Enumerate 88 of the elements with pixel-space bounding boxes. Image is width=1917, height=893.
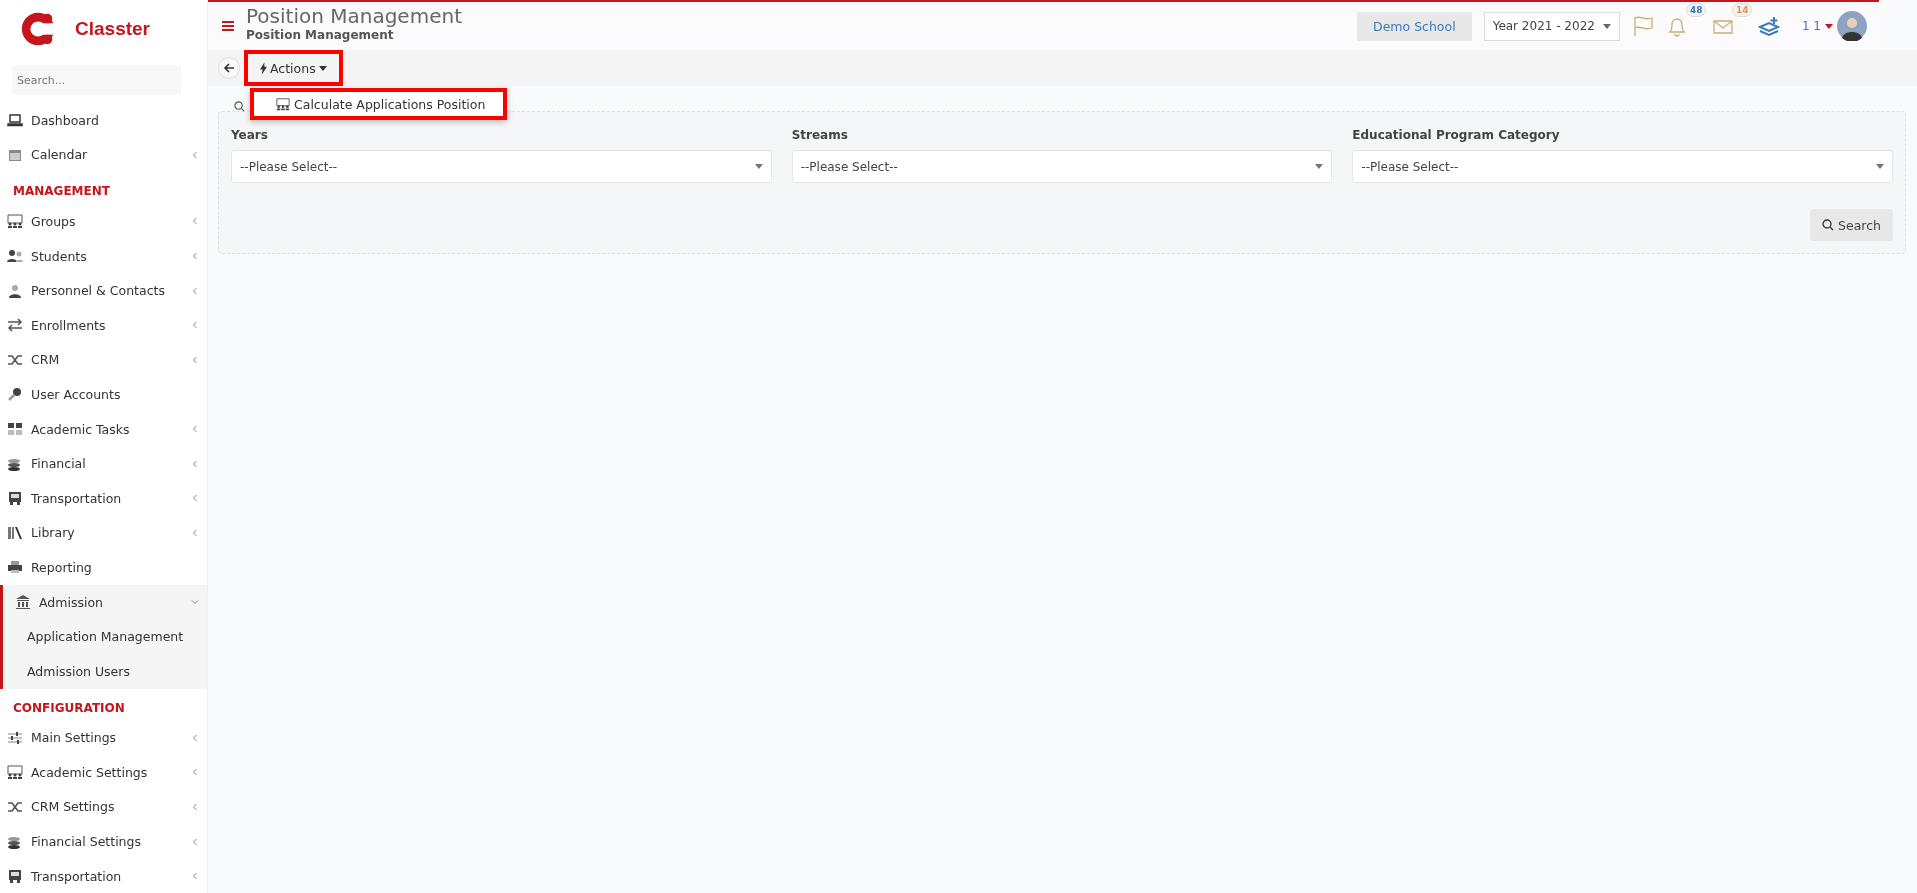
sidebar-item[interactable]: Financial Settings bbox=[0, 824, 207, 859]
caret-icon bbox=[1825, 23, 1833, 29]
menu-icon[interactable] bbox=[222, 21, 234, 31]
sidebar-item[interactable]: User Accounts bbox=[0, 377, 207, 412]
chevron-icon bbox=[191, 872, 199, 881]
year-dropdown[interactable]: Year 2021 - 2022 bbox=[1483, 11, 1620, 41]
avatar-icon[interactable] bbox=[1837, 11, 1867, 41]
sidebar-subitem[interactable]: Admission Users bbox=[3, 653, 207, 689]
sidebar-item[interactable]: Transportation bbox=[0, 480, 207, 516]
chevron-icon bbox=[191, 837, 199, 846]
sidebar-item[interactable]: Academic Settings bbox=[0, 755, 207, 790]
sidebar-item[interactable]: Admission bbox=[3, 584, 207, 620]
caret-icon bbox=[754, 164, 763, 169]
back-button[interactable] bbox=[218, 57, 240, 79]
grid-icon bbox=[7, 421, 23, 438]
chevron-icon bbox=[191, 286, 199, 295]
chevron-icon bbox=[191, 768, 199, 777]
chevron-icon bbox=[191, 598, 199, 606]
groups-icon bbox=[7, 213, 23, 230]
logo-icon bbox=[19, 10, 57, 48]
sidebar-item[interactable]: Academic Tasks bbox=[0, 411, 207, 447]
section-heading: MANAGEMENT bbox=[12, 183, 111, 201]
groups-icon bbox=[7, 764, 23, 781]
sidebar-item[interactable]: Library bbox=[0, 515, 207, 551]
school-button[interactable]: Demo School bbox=[1357, 11, 1472, 41]
chevron-icon bbox=[191, 425, 199, 434]
sidebar-item[interactable]: CRM Settings bbox=[0, 789, 207, 825]
message-count: 14 bbox=[1731, 3, 1753, 17]
arrows-icon bbox=[7, 317, 23, 334]
bank-icon bbox=[15, 594, 31, 610]
actions-button[interactable]: Actions bbox=[244, 50, 343, 86]
chevron-icon bbox=[191, 217, 199, 226]
layers-icon[interactable] bbox=[1757, 15, 1780, 37]
page-title: Position Management bbox=[246, 4, 462, 28]
field-label: Years bbox=[231, 128, 269, 142]
printer-icon bbox=[7, 559, 23, 576]
user-menu[interactable]: 1 1 bbox=[1801, 19, 1833, 33]
caret-icon bbox=[1602, 23, 1611, 29]
chevron-icon bbox=[191, 494, 199, 503]
caret-icon bbox=[1315, 164, 1324, 169]
chevron-icon bbox=[191, 355, 199, 364]
menu-item[interactable]: Calculate Applications Position bbox=[250, 88, 508, 120]
sidebar-subitem[interactable]: Application Management bbox=[3, 619, 207, 654]
lightning-icon bbox=[260, 61, 267, 75]
bus-icon bbox=[7, 490, 23, 507]
sidebar-item[interactable]: Dashboard bbox=[0, 103, 207, 138]
search-field[interactable]: Search... bbox=[12, 65, 181, 95]
field-label: Educational Program Category bbox=[1352, 128, 1561, 142]
notification-count: 48 bbox=[1685, 3, 1707, 17]
sidebar-item[interactable]: Students bbox=[0, 238, 207, 274]
caret-icon bbox=[1876, 164, 1884, 169]
person-icon bbox=[7, 282, 23, 299]
sidebar-item[interactable]: Enrollments bbox=[0, 307, 207, 343]
chevron-icon bbox=[191, 252, 199, 261]
books-icon bbox=[7, 524, 23, 541]
chevron-icon bbox=[191, 733, 199, 742]
search-icon[interactable] bbox=[234, 101, 245, 112]
sidebar-item[interactable]: Calendar bbox=[0, 137, 207, 173]
shuffle-icon bbox=[7, 799, 23, 815]
select-field[interactable]: --Please Select-- bbox=[791, 150, 1333, 183]
key-icon bbox=[7, 386, 23, 403]
chevron-icon bbox=[191, 321, 199, 330]
sidebar-item[interactable]: Main Settings bbox=[0, 720, 207, 756]
search-icon bbox=[1822, 219, 1835, 231]
section-heading: CONFIGURATION bbox=[12, 699, 126, 717]
sidebar-item[interactable]: Transportation bbox=[0, 858, 207, 893]
sidebar-item[interactable]: CRM bbox=[0, 342, 207, 378]
sidebar-item[interactable]: Financial bbox=[0, 446, 207, 481]
groups-icon bbox=[276, 97, 290, 111]
page-subtitle: Position Management bbox=[246, 28, 395, 42]
select-field[interactable]: --Please Select-- bbox=[1352, 150, 1893, 183]
field-label: Streams bbox=[791, 128, 849, 142]
chevron-icon bbox=[191, 803, 199, 811]
sidebar-item[interactable]: Reporting bbox=[0, 550, 207, 585]
brand-name: Classter bbox=[75, 18, 150, 40]
chevron-icon bbox=[191, 528, 199, 537]
chevron-icon bbox=[191, 150, 199, 159]
users-icon bbox=[7, 248, 23, 265]
sidebar-item[interactable]: Personnel & Contacts bbox=[0, 273, 207, 308]
select-field[interactable]: --Please Select-- bbox=[231, 150, 772, 183]
chevron-icon bbox=[191, 459, 199, 468]
sliders-icon bbox=[7, 729, 23, 746]
search-button[interactable]: Search bbox=[1810, 209, 1893, 241]
bus-icon bbox=[7, 868, 23, 885]
sidebar-item[interactable]: Groups bbox=[0, 204, 207, 239]
caret-icon bbox=[318, 65, 327, 71]
back-arrow-icon bbox=[223, 62, 235, 74]
laptop-icon bbox=[7, 112, 23, 129]
